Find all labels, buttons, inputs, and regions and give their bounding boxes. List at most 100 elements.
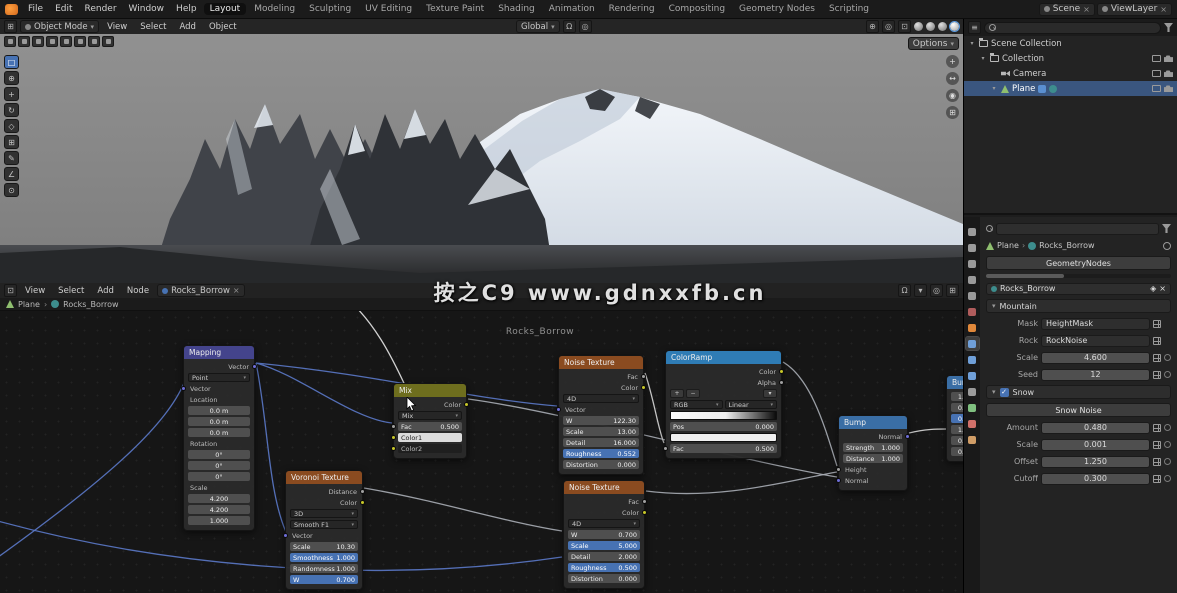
scene-selector[interactable]: Scene× bbox=[1039, 3, 1095, 16]
tool-setting-icon[interactable] bbox=[4, 36, 16, 47]
value-field[interactable]: 0° bbox=[188, 461, 250, 470]
remove-stop-button[interactable]: − bbox=[686, 389, 700, 398]
pan-gizmo-icon[interactable]: ↔ bbox=[946, 72, 959, 85]
transform-orientation-dropdown[interactable]: Global▾ bbox=[516, 20, 560, 33]
viewport-menu-object[interactable]: Object bbox=[204, 21, 242, 33]
node-title[interactable]: Bump bbox=[839, 416, 907, 429]
node-title[interactable]: Voronoi Texture bbox=[286, 471, 362, 484]
amount-field[interactable]: 0.480 bbox=[1041, 422, 1150, 434]
viewport-display-toggle[interactable] bbox=[1152, 85, 1161, 92]
fac-socket[interactable] bbox=[641, 374, 646, 379]
distortion-field[interactable]: Distortion0.000 bbox=[568, 574, 640, 583]
keyframe-decorator[interactable] bbox=[1164, 371, 1171, 378]
keyframe-decorator[interactable] bbox=[1164, 441, 1171, 448]
scale-field[interactable]: Scale5.000 bbox=[568, 541, 640, 550]
3d-dropdown[interactable]: 3D▾ bbox=[290, 509, 358, 518]
fac-socket[interactable] bbox=[642, 499, 647, 504]
outliner-row-collection[interactable]: ▾Collection bbox=[964, 51, 1177, 66]
node-menu-view[interactable]: View bbox=[20, 285, 50, 297]
tool-measure[interactable]: ∠ bbox=[4, 167, 19, 181]
shading-solid-icon[interactable] bbox=[926, 22, 935, 31]
normal-socket[interactable] bbox=[905, 434, 910, 439]
view-layer-tab[interactable] bbox=[966, 273, 979, 286]
tool-select-box[interactable]: □ bbox=[4, 55, 19, 69]
outliner[interactable]: ≡ ▾Scene Collection▾Collection Camera▾Pl… bbox=[964, 19, 1177, 215]
node-mapping[interactable]: MappingVectorPoint▾VectorLocation0.0 m0.… bbox=[183, 345, 255, 531]
linear-dropdown[interactable]: Linear▾ bbox=[725, 400, 778, 409]
node-title[interactable]: Mix bbox=[394, 384, 466, 397]
tool-transform[interactable]: ⊞ bbox=[4, 135, 19, 149]
tool-setting-icon[interactable] bbox=[60, 36, 72, 47]
tab-layout[interactable]: Layout bbox=[204, 3, 247, 15]
tool-tab[interactable] bbox=[966, 225, 979, 238]
color-socket[interactable] bbox=[641, 385, 646, 390]
w-field[interactable]: W0.700 bbox=[568, 530, 640, 539]
node-color-ramp[interactable]: ColorRampColorAlpha+−▾RGB▾Linear▾Pos0.00… bbox=[665, 350, 782, 459]
node-tree-selector[interactable]: Rocks_Borrow× bbox=[157, 284, 245, 297]
tool-setting-icon[interactable] bbox=[74, 36, 86, 47]
viewport-menu-add[interactable]: Add bbox=[174, 21, 200, 33]
proportional-edit-icon[interactable]: ◎ bbox=[579, 20, 592, 33]
filter-icon[interactable] bbox=[1164, 23, 1173, 32]
mode-dropdown[interactable]: Object Mode▾ bbox=[20, 20, 99, 33]
camera-gizmo-icon[interactable]: ◉ bbox=[946, 89, 959, 102]
section-snow[interactable]: ▾✓Snow bbox=[986, 385, 1171, 399]
vector-socket[interactable] bbox=[556, 407, 561, 412]
fac-socket[interactable] bbox=[391, 424, 396, 429]
detail-field[interactable]: Detail16.000 bbox=[563, 438, 639, 447]
scale-field[interactable]: 0.001 bbox=[1041, 439, 1150, 451]
detail-field[interactable]: Detail2.000 bbox=[568, 552, 640, 561]
ramp-options-dropdown[interactable]: ▾ bbox=[763, 389, 777, 398]
shading-rendered-icon[interactable] bbox=[950, 22, 959, 31]
properties-panel[interactable]: Plane›Rocks_BorrowGeometryNodesRocks_Bor… bbox=[964, 217, 1177, 593]
scale-field[interactable]: Scale13.00 bbox=[563, 427, 639, 436]
node-title[interactable]: Bump bbox=[947, 376, 963, 389]
render-visibility-toggle[interactable] bbox=[1164, 70, 1173, 77]
attribute-toggle-icon[interactable] bbox=[1153, 475, 1161, 483]
color-socket[interactable] bbox=[464, 402, 469, 407]
add-stop-button[interactable]: + bbox=[670, 389, 684, 398]
smooth-f1-dropdown[interactable]: Smooth F1▾ bbox=[290, 520, 358, 529]
roughness-field[interactable]: Roughness0.552 bbox=[563, 449, 639, 458]
tab-rendering[interactable]: Rendering bbox=[603, 3, 661, 15]
tab-modeling[interactable]: Modeling bbox=[248, 3, 301, 15]
output-tab[interactable] bbox=[966, 257, 979, 270]
color1-swatch[interactable]: Color1 bbox=[398, 433, 462, 442]
overlays-icon[interactable]: ◎ bbox=[930, 284, 943, 297]
keyframe-decorator[interactable] bbox=[1164, 475, 1171, 482]
blender-logo-icon[interactable] bbox=[5, 4, 18, 15]
menu-window[interactable]: Window bbox=[124, 3, 170, 15]
section-checkbox[interactable]: ✓ bbox=[1000, 388, 1009, 397]
node-title[interactable]: Noise Texture bbox=[559, 356, 643, 369]
menu-edit[interactable]: Edit bbox=[50, 3, 77, 15]
value-field[interactable]: 0° bbox=[188, 450, 250, 459]
value-field[interactable]: 1.000 bbox=[188, 516, 250, 525]
filter-icon[interactable] bbox=[1162, 224, 1171, 233]
value-field[interactable]: 0.5 bbox=[951, 447, 963, 456]
render-visibility-toggle[interactable] bbox=[1164, 85, 1173, 92]
strength-field[interactable]: Strength1.000 bbox=[843, 443, 903, 452]
node-menu-node[interactable]: Node bbox=[122, 285, 154, 297]
clear-icon[interactable]: × bbox=[1160, 5, 1167, 14]
pin-icon[interactable] bbox=[1163, 242, 1171, 250]
color-socket[interactable] bbox=[642, 510, 647, 515]
attribute-toggle-icon[interactable] bbox=[1153, 424, 1161, 432]
material-tab[interactable] bbox=[966, 417, 979, 430]
seed-field[interactable]: 12 bbox=[1041, 369, 1150, 381]
viewport-display-toggle[interactable] bbox=[1152, 55, 1161, 62]
display-mode-icon[interactable]: ≡ bbox=[968, 21, 981, 34]
node-mix[interactable]: MixColorMix▾Fac0.500Color1Color2 bbox=[393, 383, 467, 459]
scale-field[interactable]: Scale10.30 bbox=[290, 542, 358, 551]
offset-field[interactable]: 1.250 bbox=[1041, 456, 1150, 468]
viewport-options-dropdown[interactable]: Options ▾ bbox=[908, 37, 959, 50]
xray-icon[interactable]: ⊡ bbox=[898, 20, 911, 33]
show-gizmos-icon[interactable]: ⊕ bbox=[866, 20, 879, 33]
value-field[interactable]: 4.200 bbox=[188, 505, 250, 514]
tool-cursor[interactable]: ⊕ bbox=[4, 71, 19, 85]
tab-compositing[interactable]: Compositing bbox=[663, 3, 731, 15]
fac-field[interactable]: Fac0.500 bbox=[670, 444, 777, 453]
geometry-node-editor[interactable]: ⊡ViewSelectAddNodeRocks_Borrow×Ω▾◎⊞ Plan… bbox=[0, 283, 963, 593]
tool-add-cube[interactable]: ⊙ bbox=[4, 183, 19, 197]
menu-file[interactable]: File bbox=[23, 3, 48, 15]
snap-magnet-icon[interactable]: Ω bbox=[898, 284, 911, 297]
